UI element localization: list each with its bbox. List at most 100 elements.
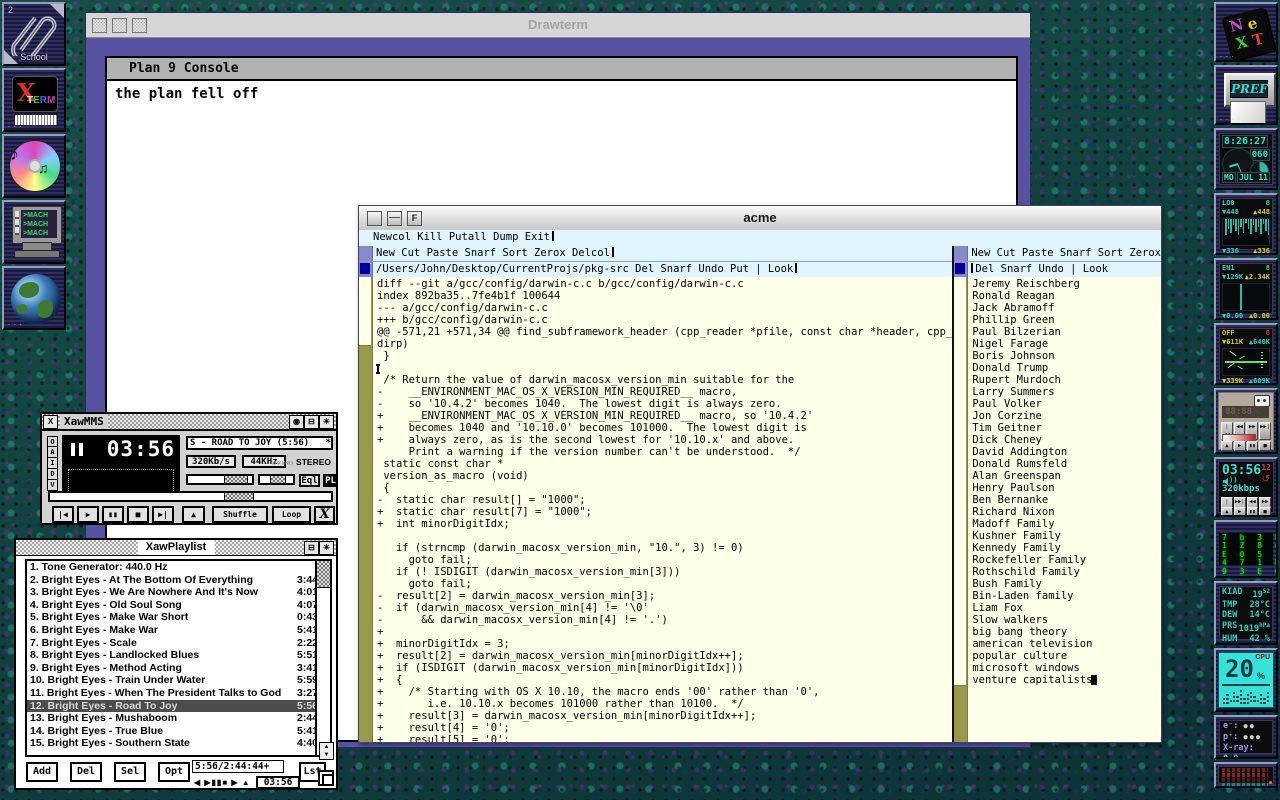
sel-button[interactable]: Sel bbox=[114, 762, 146, 782]
dock-tile-net-en1[interactable]: EN18 ▼129K▲2.34K ▼0.00▲0.00 bbox=[1214, 258, 1278, 320]
dock-tile-next[interactable]: N e X T . . . bbox=[1214, 2, 1278, 62]
dock-tile-music-cd[interactable]: ♪ ♫ bbox=[2, 134, 66, 198]
scroll-arrows[interactable]: ▲▼ bbox=[319, 742, 334, 760]
media-button[interactable]: ▲ bbox=[1221, 507, 1233, 517]
dock-tile-space-weather[interactable]: e⁻: ●● p⁺: ●●● X-ray: 0.0 bbox=[1214, 715, 1278, 759]
window-tag-text[interactable]: /Users/John/Desktop/CurrentProjs/pkg-src… bbox=[373, 262, 952, 277]
playlist-track[interactable]: 6. Bright Eyes - Make War5:41 bbox=[27, 624, 321, 637]
media-button[interactable]: D bbox=[47, 469, 58, 480]
media-button[interactable]: A bbox=[47, 447, 58, 458]
names-list-text[interactable]: Jeremy Reischberg Ronald Reagan Jack Abr… bbox=[968, 277, 1092, 742]
resize-grip[interactable] bbox=[318, 770, 334, 786]
playlist-list[interactable]: 1. Tone Generator: 440.0 Hz2. Bright Eye… bbox=[25, 559, 323, 757]
track-marquee[interactable]: S - ROAD TO JOY (5:56) *** 12 bbox=[186, 436, 333, 450]
acme-main-tag[interactable]: Newcol Kill Putall Dump Exit bbox=[359, 230, 1161, 247]
playlist-track[interactable]: 1. Tone Generator: 440.0 Hz bbox=[27, 561, 321, 574]
volume-thumb[interactable] bbox=[224, 476, 248, 483]
playlist-toggle-button[interactable]: PL bbox=[323, 474, 338, 487]
iconify-button[interactable]: ✳ bbox=[319, 541, 334, 555]
window-dirty-indicator[interactable] bbox=[359, 262, 373, 277]
scrollbar[interactable] bbox=[359, 277, 373, 742]
drawterm-titlebar[interactable]: Drawterm bbox=[86, 13, 1030, 38]
dock-tile-mach[interactable]: >MACH >MACH >MACH bbox=[2, 200, 66, 264]
acme-right-column-tag[interactable]: New Cut Paste Snarf Sort Zerox bbox=[954, 246, 1161, 262]
playlist-track[interactable]: 14. Bright Eyes - True Blue5:41 bbox=[27, 725, 321, 738]
shade-button[interactable]: ⊟ bbox=[304, 415, 319, 429]
acme-right-body[interactable]: Jeremy Reischberg Ronald Reagan Jack Abr… bbox=[954, 277, 1161, 742]
playlist-track[interactable]: 13. Bright Eyes - Mushaboom2:44 bbox=[27, 712, 321, 725]
media-button[interactable]: V bbox=[47, 480, 58, 491]
dock-tile-school[interactable]: 2 School bbox=[2, 2, 66, 66]
acme-left-column-tag[interactable]: New Cut Paste Snarf Sort Zerox Delcol bbox=[359, 246, 952, 262]
media-button[interactable]: ▮▮ bbox=[1247, 507, 1259, 517]
column-handle[interactable] bbox=[954, 246, 968, 261]
xawmms-titlebar[interactable]: X XawMMS ◉ ⊟ ✳ bbox=[42, 414, 336, 431]
dock-tile-clock[interactable]: 8:26:27 060 MO JUL 11 bbox=[1214, 128, 1278, 190]
seek-slider[interactable] bbox=[48, 491, 333, 502]
close-button[interactable]: X bbox=[43, 415, 58, 429]
add-button[interactable]: Add bbox=[26, 762, 58, 782]
playlist-track[interactable]: 12. Bright Eyes - Road To Joy5:56 bbox=[27, 700, 321, 713]
window-tag-text[interactable]: Del Snarf Undo | Look bbox=[968, 262, 1161, 277]
dock-tile-xterm[interactable]: X TERM . . . bbox=[2, 68, 66, 132]
media-button[interactable]: O bbox=[47, 436, 58, 447]
dock-tile-cd-player[interactable]: 88:88 · ·. |◀◀◀◀▶▶▶▶| ▲▶▮▮■ bbox=[1214, 388, 1278, 454]
balance-slider[interactable] bbox=[258, 474, 295, 485]
media-button[interactable]: ■ bbox=[1259, 441, 1271, 451]
media-button[interactable]: ▶| bbox=[152, 506, 174, 523]
mini-transport[interactable]: ◀ ▶▮▮■ ▶ ▲ bbox=[194, 778, 251, 787]
playlist-track[interactable]: 3. Bright Eyes - We Are Nowhere And It's… bbox=[27, 586, 321, 599]
media-button[interactable]: ■ bbox=[1259, 507, 1271, 517]
seek-thumb[interactable] bbox=[224, 493, 254, 500]
media-button[interactable]: ▶ bbox=[1234, 507, 1246, 517]
column-tag-text[interactable]: New Cut Paste Snarf Sort Zerox bbox=[968, 246, 1161, 261]
acme-left-body[interactable]: diff --git a/gcc/config/darwin-c.c b/gcc… bbox=[359, 277, 952, 742]
scrollbar-thumb[interactable] bbox=[954, 277, 966, 686]
media-button[interactable]: ▶▶| bbox=[1259, 422, 1271, 440]
playlist-track[interactable]: 9. Bright Eyes - Method Acting3:41 bbox=[27, 662, 321, 675]
opt-button[interactable]: Opt bbox=[158, 762, 190, 782]
media-button[interactable]: |◀ bbox=[52, 506, 74, 523]
acme-titlebar[interactable]: F acme bbox=[359, 206, 1161, 231]
scrollbar-thumb[interactable] bbox=[317, 561, 330, 588]
media-button[interactable]: ▮▮ bbox=[1247, 441, 1259, 451]
playlist-track[interactable]: 8. Bright Eyes - Landlocked Blues5:51 bbox=[27, 649, 321, 662]
loop-button[interactable]: Loop bbox=[272, 506, 311, 523]
dock-tile-net-lo[interactable]: LO08 ▼448▲448 ▼336▲336 bbox=[1214, 193, 1278, 255]
media-button[interactable]: I bbox=[47, 458, 58, 469]
playlist-track[interactable]: 4. Bright Eyes - Old Soul Song4:07 bbox=[27, 599, 321, 612]
dock-tile-music-remote[interactable]: 03:56 12 )) ↺ 320kbps |◀◀▶▶|◀◀▶▶ ▲▶▮▮■ bbox=[1214, 457, 1278, 517]
repeat-icon[interactable]: ↺ bbox=[1262, 474, 1270, 485]
playlist-titlebar[interactable]: XawPlaylist ⊟ ✳ bbox=[16, 540, 336, 556]
acme-right-window-tag[interactable]: Del Snarf Undo | Look bbox=[954, 262, 1161, 278]
xmms-logo[interactable]: X bbox=[314, 506, 335, 523]
column-tag-text[interactable]: New Cut Paste Snarf Sort Zerox Delcol bbox=[373, 246, 952, 261]
playlist-track[interactable]: 10. Bright Eyes - Train Under Water5:59 bbox=[27, 674, 321, 687]
dock-tile-matrix[interactable]: 7 b 3 F 0 1 Z 8 e 4 E 0 5 2 9 4 7 1 b 3 … bbox=[1214, 520, 1278, 578]
volume-slider[interactable] bbox=[186, 474, 254, 485]
dock-tile-led-meter[interactable] bbox=[1214, 762, 1278, 788]
console-titlebar[interactable]: Plan 9 Console bbox=[107, 58, 1016, 81]
playlist-track[interactable]: 15. Bright Eyes - Southern State4:40 bbox=[27, 737, 321, 750]
iconify-button[interactable]: ✳ bbox=[319, 415, 334, 429]
shade-button[interactable]: ⊟ bbox=[304, 541, 319, 555]
diff-text[interactable]: diff --git a/gcc/config/darwin-c.c b/gcc… bbox=[373, 277, 952, 742]
dock-tile-pref[interactable]: PREF . . . bbox=[1214, 65, 1278, 125]
column-handle[interactable] bbox=[359, 246, 373, 261]
window-dirty-indicator[interactable] bbox=[954, 262, 968, 277]
eject-button[interactable]: ▲ bbox=[182, 506, 205, 523]
elapsed-time[interactable]: 03:56 bbox=[107, 437, 175, 461]
balance-thumb[interactable] bbox=[270, 476, 286, 483]
playlist-track[interactable]: 5. Bright Eyes - Make War Short0:43 bbox=[27, 611, 321, 624]
dock-tile-weather[interactable]: KIAD1952 TMP28°C DEW14°C PRS1019hPa HUM4… bbox=[1214, 581, 1278, 645]
scrollbar-thumb[interactable] bbox=[359, 277, 371, 346]
playlist-track[interactable]: 11. Bright Eyes - When The President Tal… bbox=[27, 687, 321, 700]
media-button[interactable]: ■ bbox=[127, 506, 149, 523]
console-text[interactable]: the plan fell off bbox=[115, 86, 258, 102]
menu-button[interactable]: ◉ bbox=[289, 415, 304, 429]
acme-main-tag-text[interactable]: Newcol Kill Putall Dump Exit bbox=[373, 231, 550, 243]
media-button[interactable]: ▶ bbox=[1234, 441, 1246, 451]
media-button[interactable]: ▮▮ bbox=[102, 506, 124, 523]
dock-tile-cpu[interactable]: CPU 20 % bbox=[1214, 648, 1278, 712]
del-button[interactable]: Del bbox=[70, 762, 102, 782]
